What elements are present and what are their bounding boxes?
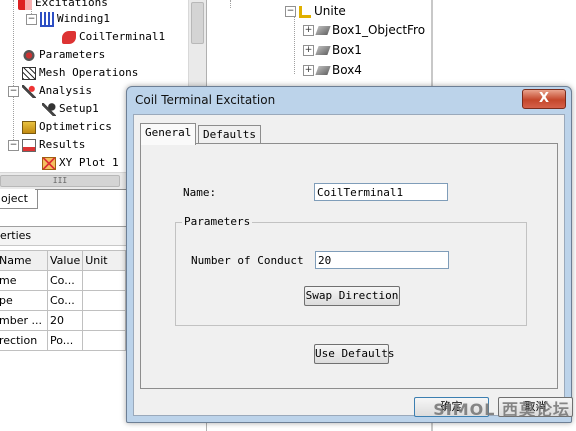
- properties-table: Name Value Unit me Co... pe Co... mber .…: [0, 250, 126, 351]
- unite-icon: [299, 5, 311, 18]
- tree-item-optimetrics[interactable]: Optimetrics: [22, 119, 112, 135]
- table-row[interactable]: mber ... 20: [0, 310, 126, 331]
- collapse-icon[interactable]: −: [285, 6, 296, 17]
- cell-name: mber ...: [0, 310, 48, 331]
- coil-terminal-icon: [62, 30, 76, 44]
- parameters-group-title: Parameters: [182, 215, 253, 228]
- tree-line: [230, 0, 231, 8]
- tree-line: [13, 0, 14, 150]
- table-row[interactable]: me Co...: [0, 270, 126, 291]
- collapse-icon[interactable]: −: [8, 139, 19, 151]
- number-of-conductors-label: Number of Conductor: [191, 254, 304, 267]
- expand-icon[interactable]: +: [303, 25, 314, 36]
- scrollbar-thumb[interactable]: III: [0, 175, 120, 187]
- expand-icon[interactable]: +: [303, 45, 314, 56]
- xy-plot-icon: [42, 156, 56, 170]
- solid-object-icon: [315, 26, 331, 35]
- cell-unit: [82, 330, 126, 351]
- name-input[interactable]: CoilTerminal1: [314, 183, 448, 201]
- tree-item-setup1[interactable]: Setup1: [42, 101, 99, 117]
- tree-item-winding1[interactable]: − Winding1: [26, 11, 110, 27]
- coil-terminal-excitation-dialog: Coil Terminal Excitation X General Defau…: [126, 86, 573, 423]
- cell-name: me: [0, 270, 48, 291]
- tab-general[interactable]: General: [140, 123, 197, 145]
- tree-item-parameters[interactable]: Parameters: [22, 47, 105, 63]
- excitation-icon: [18, 0, 32, 10]
- collapse-icon[interactable]: −: [26, 13, 37, 25]
- tree-item-xy-plot-1[interactable]: XY Plot 1: [42, 155, 119, 171]
- tree-item-box4[interactable]: + Box4: [303, 61, 362, 79]
- swap-direction-button[interactable]: Swap Direction: [304, 286, 400, 306]
- dialog-body: General Defaults Name: CoilTerminal1 Par…: [133, 114, 573, 417]
- tab-project[interactable]: oject: [0, 189, 38, 209]
- cell-name: pe: [0, 290, 48, 311]
- tree-item-results[interactable]: − Results: [8, 137, 85, 153]
- winding-icon: [40, 11, 54, 27]
- column-header-unit[interactable]: Unit: [82, 250, 126, 271]
- tree-item-box1-objectfro[interactable]: + Box1_ObjectFro: [303, 21, 425, 39]
- close-button[interactable]: X: [522, 89, 566, 109]
- cell-unit: [82, 290, 126, 311]
- cell-value[interactable]: Co...: [46, 270, 84, 291]
- tree-item-unite[interactable]: − Unite: [285, 2, 346, 20]
- cell-value[interactable]: 20: [46, 310, 84, 331]
- solid-object-icon: [315, 66, 331, 75]
- parameters-icon: [22, 48, 36, 62]
- tree-item-coilterminal1[interactable]: CoilTerminal1: [62, 29, 165, 45]
- column-header-name[interactable]: Name: [0, 250, 48, 271]
- tree-line: [294, 14, 295, 74]
- mesh-icon: [22, 66, 36, 80]
- table-row[interactable]: pe Co...: [0, 290, 126, 311]
- expand-icon[interactable]: +: [303, 65, 314, 76]
- parameters-group: Parameters Number of Conductor 20 Swap D…: [175, 215, 527, 326]
- collapse-icon[interactable]: −: [8, 85, 19, 97]
- use-defaults-button[interactable]: Use Defaults: [314, 344, 394, 364]
- table-row[interactable]: rection Po...: [0, 330, 126, 351]
- tree-item-box1[interactable]: + Box1: [303, 41, 362, 59]
- general-tab-panel: Name: CoilTerminal1 Parameters Number of…: [140, 143, 558, 389]
- site-watermark: SIMOL 西莫论坛: [433, 400, 570, 419]
- dialog-title: Coil Terminal Excitation: [135, 93, 276, 107]
- setup-icon: [42, 102, 56, 116]
- results-icon: [22, 138, 36, 152]
- solid-object-icon: [315, 46, 331, 55]
- name-label: Name:: [183, 186, 217, 199]
- cell-unit: [82, 270, 126, 291]
- close-icon: X: [538, 91, 550, 106]
- table-header-row: Name Value Unit: [0, 250, 126, 271]
- tree-item-mesh-operations[interactable]: Mesh Operations: [22, 65, 138, 81]
- cell-value[interactable]: Co...: [46, 290, 84, 311]
- cell-unit: [82, 310, 126, 331]
- tree-item-analysis[interactable]: − Analysis: [8, 83, 92, 99]
- number-of-conductors-input[interactable]: 20: [315, 251, 449, 269]
- cell-value[interactable]: Po...: [46, 330, 84, 351]
- optimetrics-icon: [22, 120, 36, 134]
- analysis-icon: [22, 84, 36, 98]
- column-header-value[interactable]: Value: [46, 250, 84, 271]
- scrollbar-thumb[interactable]: [191, 2, 204, 44]
- tree-item-excitations[interactable]: Excitations: [18, 0, 108, 11]
- cell-name: rection: [0, 330, 48, 351]
- tab-defaults[interactable]: Defaults: [198, 125, 261, 144]
